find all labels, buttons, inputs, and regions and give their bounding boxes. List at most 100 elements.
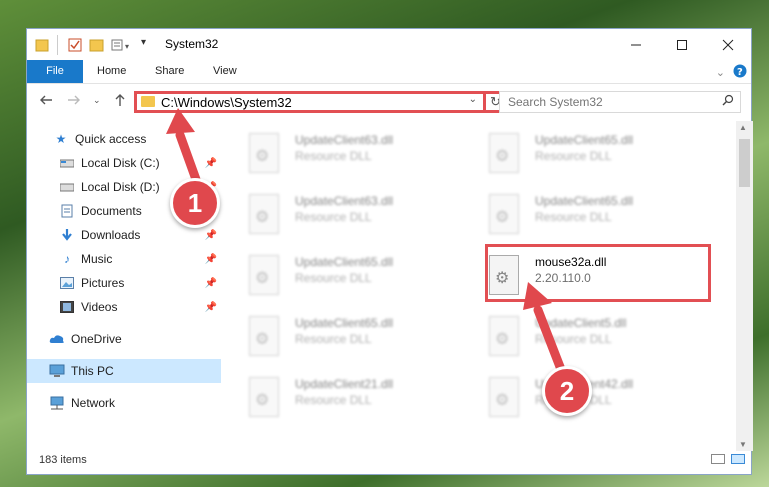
sidebar-item-label: This PC [71, 364, 114, 378]
sidebar-item-onedrive[interactable]: OneDrive [27, 327, 221, 351]
tab-file[interactable]: File [27, 60, 83, 83]
pin-icon: 📌 [204, 157, 217, 169]
sidebar-item-pictures[interactable]: Pictures 📌 [27, 271, 221, 295]
navigation-bar: ⌄ C:\Windows\System32 ⌄ ↻ [27, 83, 751, 121]
help-icon[interactable]: ? [733, 64, 747, 81]
file-description: Resource DLL [535, 332, 612, 346]
file-tile[interactable]: ⚙ UpdateClient65.dll Resource DLL [221, 308, 461, 364]
customize-toolbar-icon[interactable]: ▾ [111, 37, 137, 53]
details-view-icon[interactable] [711, 454, 725, 464]
file-description: Resource DLL [295, 332, 372, 346]
back-arrow-icon[interactable] [39, 93, 53, 111]
scrollbar-thumb[interactable] [739, 139, 750, 187]
search-icon[interactable] [722, 94, 734, 109]
file-name: UpdateClient63.dll [295, 133, 394, 147]
large-icons-view-icon[interactable] [731, 454, 745, 464]
qat-chevron-down-icon[interactable]: ▾ [141, 37, 146, 53]
maximize-button[interactable] [659, 29, 705, 60]
sidebar-item-label: Documents [81, 204, 142, 218]
tab-share[interactable]: Share [145, 60, 194, 83]
pin-icon: 📌 [204, 229, 217, 241]
divider [57, 35, 58, 55]
navigation-pane: ★ Quick access Local Disk (C:) 📌 Local D… [27, 121, 221, 446]
pin-icon: 📌 [204, 253, 217, 265]
file-name: UpdateClient65.dll [535, 133, 634, 147]
sidebar-item-label: Local Disk (D:) [81, 180, 160, 194]
dll-file-icon: ⚙ [489, 133, 519, 173]
sidebar-item-label: Videos [81, 300, 118, 314]
file-highlight-box [485, 244, 711, 302]
address-bar[interactable]: C:\Windows\System32 ⌄ [134, 91, 486, 113]
properties-icon[interactable] [67, 37, 83, 53]
file-tile[interactable]: ⚙ UpdateClient65.dll Resource DLL [221, 247, 461, 303]
dll-file-icon: ⚙ [489, 194, 519, 234]
callout-badge-1: 1 [170, 178, 220, 228]
sidebar-item-this-pc[interactable]: This PC [27, 359, 221, 383]
title-bar: ▾ ▾ System32 [27, 29, 751, 60]
sidebar-item-network[interactable]: Network [27, 391, 221, 415]
folder-icon [35, 37, 49, 53]
scroll-up-arrow-icon[interactable]: ▲ [739, 123, 747, 132]
close-button[interactable] [705, 29, 751, 60]
dll-file-icon: ⚙ [489, 316, 519, 356]
file-name: UpdateClient5.dll [535, 316, 627, 330]
pin-icon: 📌 [204, 301, 217, 313]
forward-arrow-icon[interactable] [67, 93, 81, 111]
file-tile[interactable]: ⚙ UpdateClient63.dll Resource DLL [221, 186, 461, 242]
sidebar-item-label: Pictures [81, 276, 125, 290]
up-arrow-icon[interactable] [113, 93, 127, 111]
dll-file-icon: ⚙ [249, 377, 279, 417]
dll-file-icon: ⚙ [249, 194, 279, 234]
computer-icon [49, 363, 65, 379]
file-description: Resource DLL [535, 149, 612, 163]
recent-locations-chevron-icon[interactable]: ⌄ [93, 95, 101, 106]
status-bar: 183 items [27, 446, 751, 474]
file-description: Resource DLL [295, 149, 372, 163]
network-icon [49, 395, 65, 411]
vertical-scrollbar[interactable]: ▲ ▼ [736, 121, 753, 451]
file-tile[interactable]: ⚙ UpdateClient5.dll Resource DLL [461, 308, 701, 364]
file-tile[interactable]: ⚙ UpdateClient65.dll Resource DLL [461, 125, 701, 181]
file-name: UpdateClient21.dll [295, 377, 394, 391]
item-count: 183 items [39, 454, 87, 466]
svg-text:?: ? [737, 67, 743, 78]
sidebar-item-local-disk-c[interactable]: Local Disk (C:) 📌 [27, 151, 221, 175]
sidebar-item-label: Local Disk (C:) [81, 156, 160, 170]
dll-file-icon: ⚙ [249, 133, 279, 173]
star-icon: ★ [55, 132, 67, 146]
svg-text:▾: ▾ [125, 42, 129, 51]
file-description: Resource DLL [535, 210, 612, 224]
drive-icon [59, 155, 75, 171]
dll-file-icon: ⚙ [489, 377, 519, 417]
tab-view[interactable]: View [203, 60, 247, 83]
file-tile[interactable]: ⚙ UpdateClient65.dll Resource DLL [461, 186, 701, 242]
sidebar-item-quick-access[interactable]: ★ Quick access [27, 127, 221, 151]
sidebar-item-videos[interactable]: Videos 📌 [27, 295, 221, 319]
music-icon: ♪ [64, 252, 70, 266]
dll-file-icon: ⚙ [249, 316, 279, 356]
drive-icon [59, 179, 75, 195]
address-path: C:\Windows\System32 [161, 95, 292, 110]
search-box[interactable] [499, 91, 741, 113]
cloud-icon [49, 331, 65, 347]
sidebar-item-music[interactable]: ♪ Music 📌 [27, 247, 221, 271]
callout-badge-2: 2 [542, 366, 592, 416]
file-tile[interactable]: ⚙ UpdateClient63.dll Resource DLL [221, 125, 461, 181]
sidebar-item-label: OneDrive [71, 332, 122, 346]
file-name: UpdateClient65.dll [295, 316, 394, 330]
pictures-icon [59, 275, 75, 291]
file-name: UpdateClient65.dll [295, 255, 394, 269]
new-folder-icon[interactable] [89, 37, 105, 53]
ribbon-tabs: File Home Share View ⌄ ? [27, 60, 751, 84]
documents-icon [59, 203, 75, 219]
minimize-button[interactable] [613, 29, 659, 60]
tab-home[interactable]: Home [87, 60, 136, 83]
folder-icon [141, 96, 155, 107]
download-icon [59, 227, 75, 243]
expand-ribbon-chevron-icon[interactable]: ⌄ [716, 66, 725, 79]
file-tile[interactable]: ⚙ UpdateClient21.dll Resource DLL [221, 369, 461, 425]
file-description: Resource DLL [295, 393, 372, 407]
explorer-window: ▾ ▾ System32 File Home Share View ⌄ ? ⌄ … [26, 28, 753, 475]
search-input[interactable] [506, 94, 720, 110]
address-dropdown-chevron-icon[interactable]: ⌄ [469, 94, 477, 105]
